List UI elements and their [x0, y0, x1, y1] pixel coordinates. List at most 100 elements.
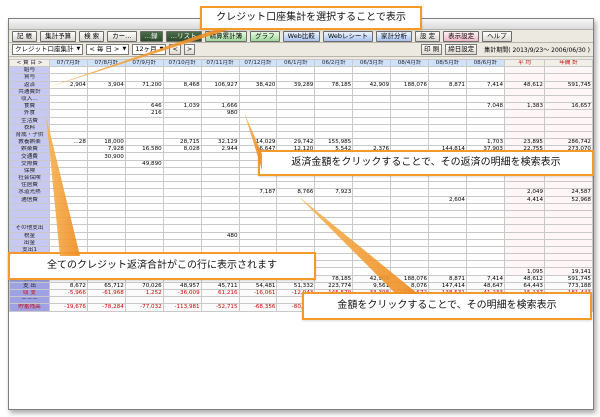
amount-cell[interactable]: 71,200 — [124, 80, 164, 89]
amount-cell[interactable]: 147,414 — [428, 281, 467, 291]
column-header[interactable]: 08/6月計 — [465, 59, 506, 68]
amount-cell[interactable]: 1,703 — [465, 138, 506, 147]
toolbar-button[interactable]: …録 — [139, 30, 163, 42]
amount-cell[interactable]: 48,957 — [162, 281, 202, 291]
amount-cell[interactable]: 7,414 — [465, 80, 506, 89]
amount-cell[interactable]: 480 — [200, 231, 240, 240]
amount-cell[interactable]: 155,985 — [314, 138, 354, 147]
toolbar-button[interactable]: 記 帳 — [12, 30, 38, 42]
column-header[interactable]: 07/9月計 — [124, 59, 164, 68]
print-button[interactable]: 印 刷 — [421, 44, 443, 55]
column-header[interactable]: 07/8月計 — [86, 59, 126, 68]
column-header[interactable]: 06/2月計 — [314, 59, 354, 68]
amount-cell[interactable]: 48,612 — [504, 274, 545, 283]
amount-cell[interactable]: 61,216 — [200, 288, 240, 298]
row-label[interactable]: 給与 — [9, 66, 50, 75]
prev-button[interactable]: < — [169, 44, 181, 55]
row-label[interactable]: 通信費 — [9, 195, 50, 204]
amount-cell[interactable]: -77,032 — [124, 303, 164, 312]
amount-cell[interactable]: 2,604 — [428, 195, 467, 204]
amount-cell[interactable]: 7,928 — [86, 145, 126, 154]
closing-date-button[interactable]: 締日設定 — [445, 44, 478, 55]
amount-cell[interactable]: 8,028 — [162, 145, 202, 154]
amount-cell[interactable]: 286,742 — [544, 138, 593, 147]
amount-cell[interactable]: 65,712 — [86, 281, 126, 291]
amount-cell[interactable]: 106,927 — [200, 80, 240, 89]
toolbar-button[interactable]: 検 索 — [79, 30, 105, 42]
amount-cell[interactable]: 7,414 — [465, 274, 506, 283]
row-label[interactable]: 育成・子供 — [9, 130, 50, 140]
toolbar-button[interactable]: 設 定 — [415, 30, 441, 42]
amount-cell[interactable]: 78,185 — [314, 274, 354, 283]
amount-cell[interactable]: 1,095 — [504, 267, 545, 276]
amount-cell[interactable]: 8,076 — [390, 281, 430, 291]
column-header[interactable]: 07/10月計 — [162, 59, 202, 68]
amount-cell[interactable]: 7,923 — [314, 188, 354, 197]
row-label[interactable]: 交際費 — [9, 159, 50, 168]
column-header[interactable]: 07/11月計 — [200, 59, 240, 68]
row-label[interactable]: 外食 — [9, 109, 50, 118]
toolbar-button[interactable]: 表示設定 — [443, 30, 480, 42]
amount-cell[interactable]: 3,904 — [86, 80, 126, 89]
amount-cell[interactable]: 52,968 — [544, 195, 593, 204]
amount-cell[interactable]: 591,745 — [544, 274, 593, 283]
amount-cell[interactable]: 8,871 — [428, 80, 467, 89]
amount-cell[interactable]: -68,356 — [238, 303, 278, 312]
amount-cell[interactable]: 7,187 — [238, 188, 278, 197]
row-label[interactable]: 衣料 — [9, 123, 50, 132]
amount-cell[interactable]: 48,647 — [465, 281, 506, 291]
amount-cell[interactable]: 2,904 — [49, 80, 88, 89]
amount-cell[interactable]: -19,676 — [49, 303, 88, 312]
amount-cell[interactable]: 591,745 — [544, 80, 593, 89]
amount-cell[interactable]: 78,185 — [314, 80, 354, 89]
amount-cell[interactable]: 646 — [124, 102, 164, 111]
amount-cell[interactable]: 773,188 — [544, 281, 593, 291]
amount-cell[interactable]: 2,944 — [200, 145, 240, 154]
amount-cell[interactable]: -52,715 — [200, 303, 240, 312]
amount-cell[interactable]: 54,481 — [238, 281, 278, 291]
row-label[interactable]: 収入… — [9, 94, 50, 104]
row-label[interactable]: 社会保険 — [9, 173, 50, 183]
amount-cell[interactable]: 216 — [124, 109, 164, 118]
row-label[interactable]: 賞与 — [9, 73, 50, 82]
row-label[interactable]: 水道光熱 — [9, 188, 50, 197]
column-header[interactable]: 08/5月計 — [428, 59, 467, 68]
row-label[interactable]: 出金 — [9, 238, 50, 247]
amount-cell[interactable]: 980 — [200, 109, 240, 118]
row-label[interactable]: 貯蓄残高 — [9, 303, 50, 312]
toolbar-button[interactable]: 集計予算 — [40, 30, 77, 42]
row-label[interactable]: 保険 — [9, 166, 50, 176]
amount-cell[interactable]: 45,711 — [200, 281, 240, 291]
column-header[interactable]: 07/7月計 — [49, 59, 88, 68]
row-label[interactable] — [9, 217, 50, 226]
toolbar-button[interactable]: グラフ — [250, 30, 280, 42]
column-header[interactable]: 平 均 — [504, 59, 545, 68]
row-label[interactable] — [9, 202, 50, 211]
row-label[interactable]: その他支出 — [9, 224, 50, 233]
amount-cell[interactable]: 39,289 — [276, 80, 316, 89]
row-label[interactable]: 返済 — [9, 80, 50, 89]
row-label[interactable]: 交通費 — [9, 152, 50, 161]
amount-cell[interactable]: -16,061 — [238, 288, 278, 298]
column-header[interactable]: 06/3月計 — [352, 59, 392, 68]
row-label[interactable]: 住居費 — [9, 181, 50, 190]
row-label[interactable] — [9, 209, 50, 219]
amount-cell[interactable]: 24,587 — [544, 188, 593, 197]
column-header[interactable]: 07/12月計 — [238, 59, 278, 68]
amount-cell[interactable]: -36,009 — [162, 288, 202, 298]
row-label[interactable]: 生活費 — [9, 116, 50, 125]
toolbar-button[interactable]: カー… — [107, 30, 137, 42]
amount-cell[interactable]: 1,039 — [162, 102, 202, 111]
row-label[interactable]: 共通費計 — [9, 87, 50, 96]
amount-cell[interactable]: 64,443 — [504, 281, 545, 291]
amount-cell[interactable]: -113,981 — [162, 303, 202, 312]
toolbar-button[interactable]: Webレシート — [322, 30, 373, 42]
column-header[interactable]: 年間 計 — [544, 59, 593, 68]
toolbar-button[interactable]: 精算累計簿 — [204, 30, 248, 42]
amount-cell[interactable]: 223,774 — [314, 281, 354, 291]
amount-cell[interactable]: 28,715 — [162, 138, 202, 147]
amount-cell[interactable]: 2,049 — [504, 188, 545, 197]
amount-cell[interactable]: 188,076 — [390, 274, 430, 283]
amount-cell[interactable]: 49,890 — [124, 159, 164, 168]
amount-cell[interactable]: 14,029 — [238, 138, 278, 147]
